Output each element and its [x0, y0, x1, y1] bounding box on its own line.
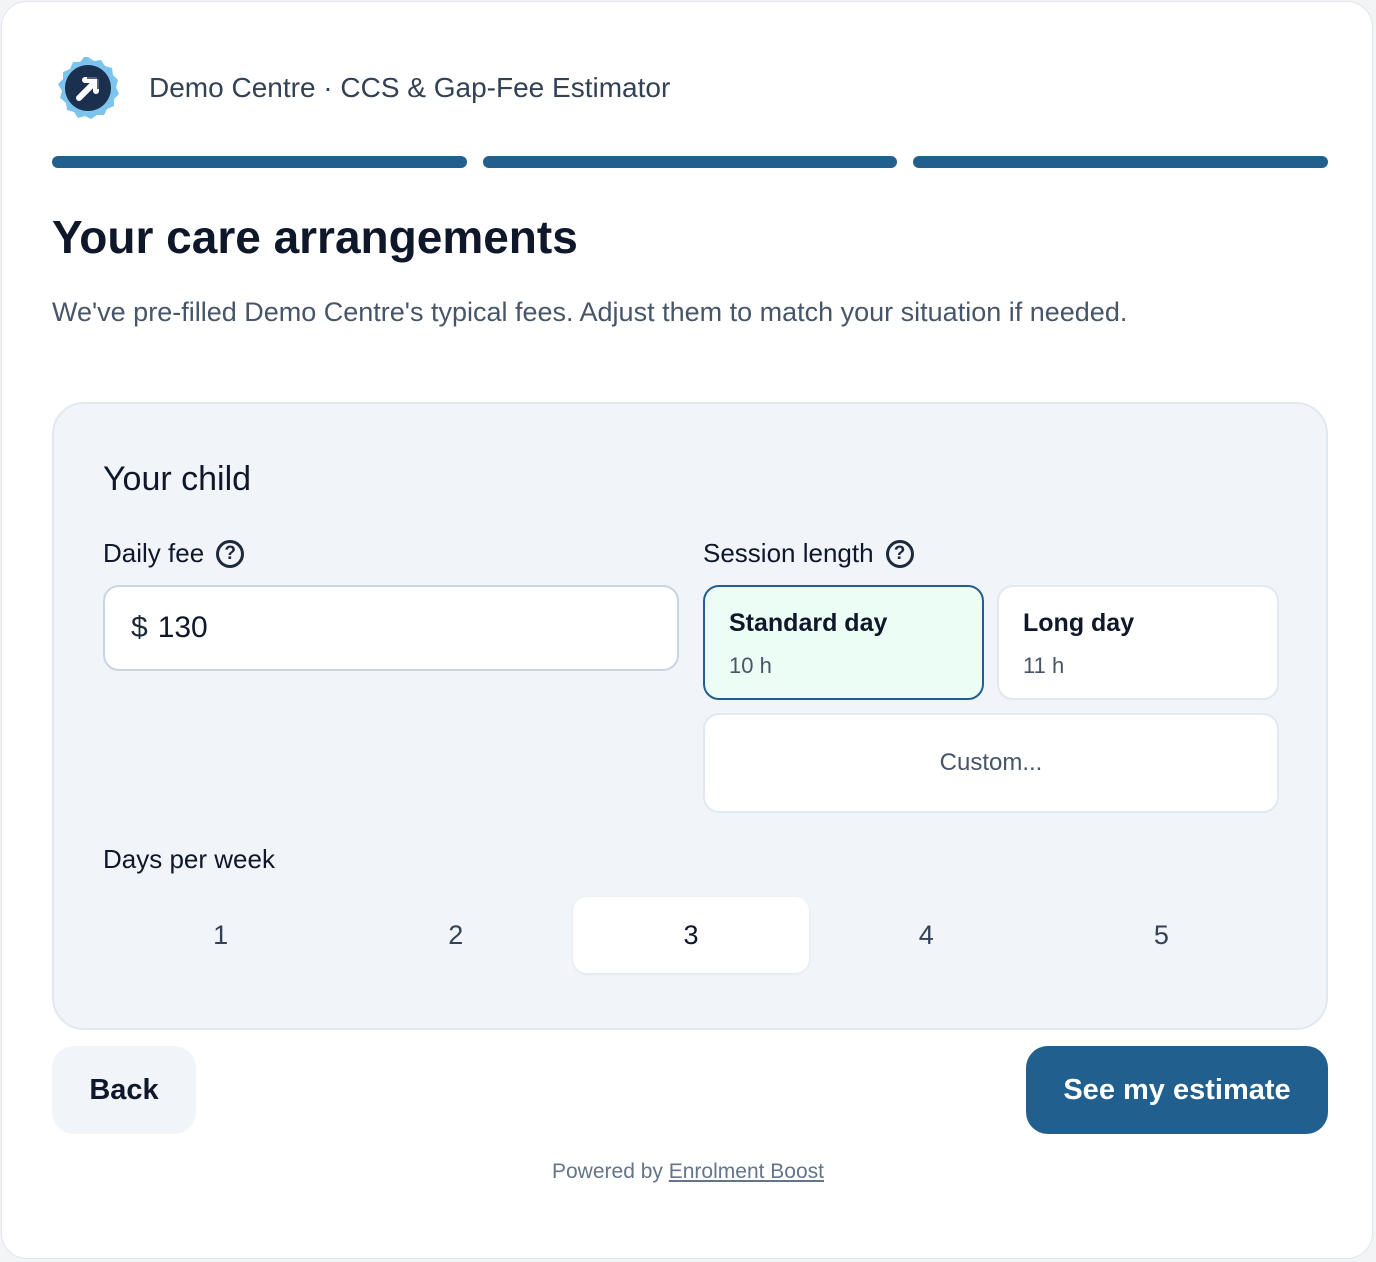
progress-step-2	[482, 156, 898, 168]
estimator-card: Demo Centre · CCS & Gap-Fee Estimator Yo…	[1, 1, 1373, 1259]
see-estimate-button[interactable]: See my estimate	[1026, 1046, 1328, 1134]
session-option-hours: 11 h	[1023, 653, 1065, 678]
child-panel: Your child Daily fee ? $ Session length …	[52, 402, 1328, 1030]
session-option-label: Long day	[1023, 609, 1135, 637]
daily-fee-help-icon[interactable]: ?	[216, 539, 245, 568]
session-length-label: Session length ?	[703, 538, 914, 569]
page-title: Your care arrangements	[52, 211, 578, 263]
page-subtitle: We've pre-filled Demo Centre's typical f…	[52, 297, 1128, 327]
daily-fee-input[interactable]	[157, 611, 638, 645]
days-per-week-selector: 1 2 3 4 5	[103, 897, 1279, 973]
session-option-custom[interactable]: Custom...	[703, 713, 1279, 813]
enrolment-boost-link[interactable]: Enrolment Boost	[669, 1160, 824, 1183]
daily-fee-label-text: Daily fee	[103, 538, 205, 568]
brand-logo-icon	[56, 56, 120, 120]
step-progress	[52, 156, 1329, 168]
header: Demo Centre · CCS & Gap-Fee Estimator	[56, 56, 670, 120]
footer: Powered by Enrolment Boost	[2, 1160, 1374, 1184]
session-option-long-day[interactable]: Long day 11 h	[997, 585, 1279, 700]
currency-symbol: $	[131, 611, 148, 644]
day-option-4[interactable]: 4	[809, 897, 1044, 973]
day-option-3[interactable]: 3	[573, 897, 809, 973]
days-per-week-label-text: Days per week	[103, 844, 275, 874]
progress-step-3	[913, 156, 1329, 168]
session-option-standard-day[interactable]: Standard day 10 h	[703, 585, 984, 700]
footer-prefix: Powered by	[552, 1160, 663, 1183]
session-option-hours: 10 h	[729, 653, 772, 678]
day-option-2[interactable]: 2	[338, 897, 573, 973]
daily-fee-field[interactable]: $	[103, 585, 679, 671]
session-option-label: Standard day	[729, 609, 888, 637]
back-button[interactable]: Back	[52, 1046, 196, 1134]
daily-fee-label: Daily fee ?	[103, 538, 245, 569]
day-option-1[interactable]: 1	[103, 897, 338, 973]
progress-step-1	[52, 156, 467, 168]
day-option-5[interactable]: 5	[1044, 897, 1279, 973]
section-title-child: Your child	[103, 460, 252, 498]
session-length-help-icon[interactable]: ?	[885, 539, 914, 568]
days-per-week-label: Days per week	[103, 844, 275, 875]
session-length-label-text: Session length	[703, 538, 874, 568]
app-title: Demo Centre · CCS & Gap-Fee Estimator	[149, 72, 671, 103]
